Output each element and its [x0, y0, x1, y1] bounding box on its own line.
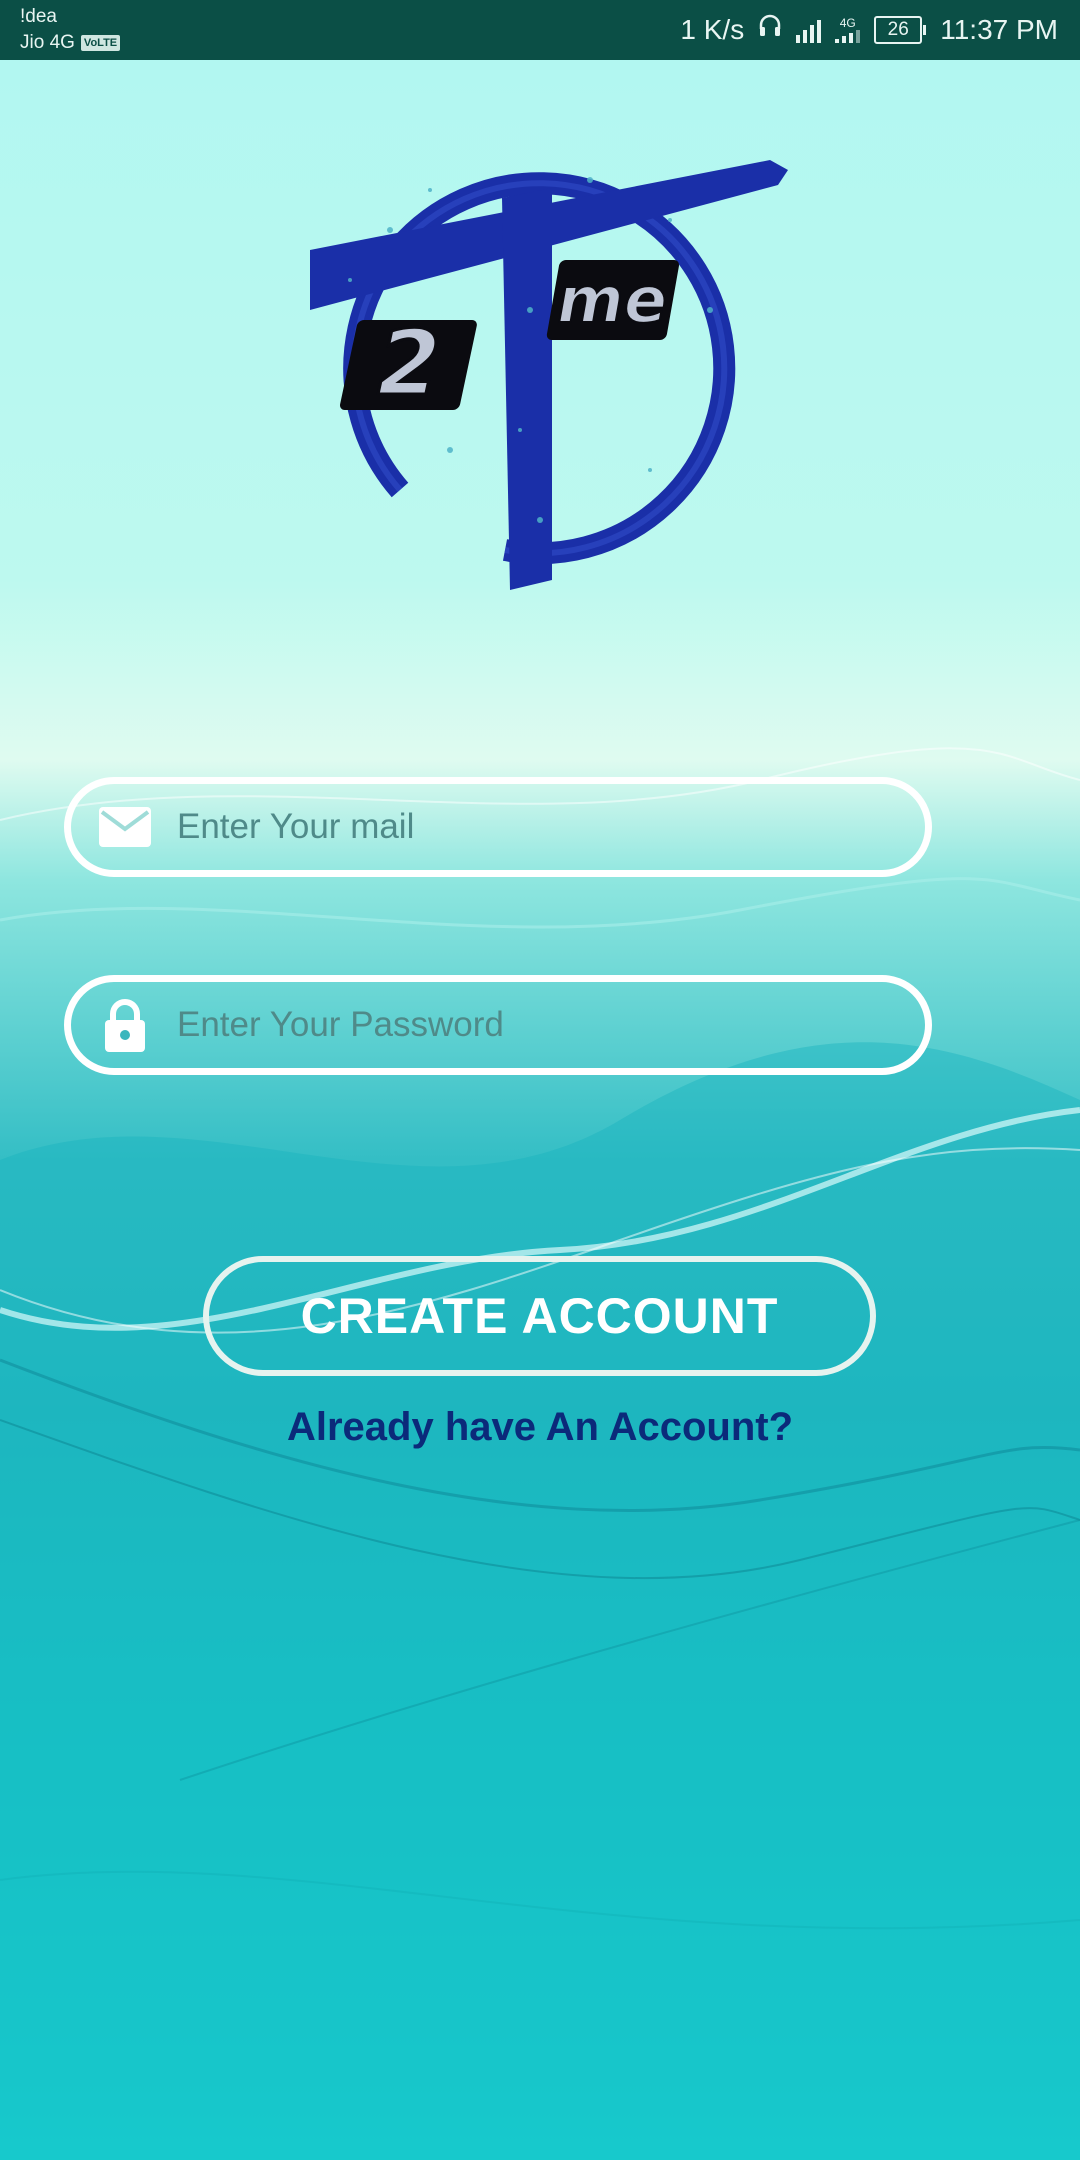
- network-type-indicator: 4G: [835, 16, 861, 43]
- carrier-info: !dea Jio 4G VoLTE: [20, 4, 121, 56]
- volte-badge: VoLTE: [80, 35, 121, 51]
- carrier-secondary: Jio 4G: [20, 32, 75, 53]
- network-type: 4G: [839, 16, 856, 30]
- battery-level: 26: [874, 16, 923, 44]
- net-speed: 1 K/s: [680, 14, 745, 45]
- email-input[interactable]: [175, 806, 879, 848]
- email-field[interactable]: [64, 777, 932, 877]
- signal-icon: [796, 17, 822, 43]
- mail-icon: [95, 802, 155, 852]
- password-field[interactable]: [64, 975, 932, 1075]
- signal-icon-secondary: [835, 29, 861, 43]
- status-indicators: 1 K/s 4G 26 11:37 PM: [680, 10, 1058, 50]
- login-link[interactable]: Already have An Account?: [0, 1405, 1080, 1450]
- carrier-primary: !dea: [20, 6, 57, 27]
- carrier-secondary-row: Jio 4G VoLTE: [20, 30, 121, 56]
- status-bar: !dea Jio 4G VoLTE 1 K/s 4G 26 11:37 PM: [0, 0, 1080, 60]
- svg-text:me: me: [551, 263, 674, 337]
- clock: 11:37 PM: [940, 14, 1058, 45]
- password-input[interactable]: [175, 1004, 879, 1046]
- headphones-icon: [758, 10, 782, 50]
- app-logo: 2 me: [290, 110, 810, 590]
- create-account-button[interactable]: CREATE ACCOUNT: [203, 1256, 876, 1376]
- lock-icon: [95, 999, 155, 1052]
- battery-icon: 26: [874, 16, 927, 44]
